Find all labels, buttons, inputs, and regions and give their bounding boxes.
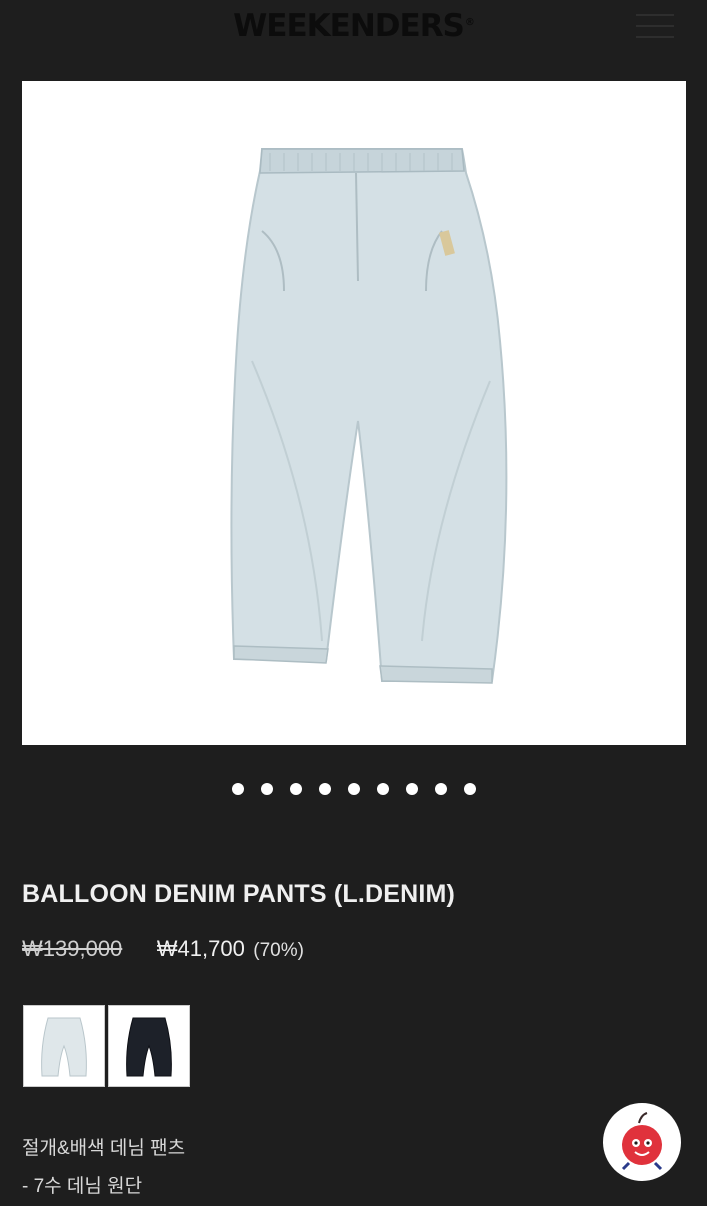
product-main-image[interactable] [22,81,686,745]
menu-line [636,14,674,16]
description-line: - 7수 데님 원단 [22,1176,143,1197]
site-header: WEEKENDERS® [0,0,707,60]
black-pants-thumbnail [126,1017,172,1077]
gallery-dot[interactable] [289,783,302,795]
logo-registered-mark: ® [464,16,475,28]
gallery-dot[interactable] [376,783,389,795]
price-row: ₩139,000 ₩41,700 (70%) [22,936,304,962]
gallery-dot[interactable] [463,783,476,795]
gallery-dot[interactable] [260,783,273,795]
gallery-dot[interactable] [318,783,331,795]
menu-line [636,36,674,38]
light-denim-pants-image [230,148,508,684]
color-option-light-denim[interactable] [23,1005,105,1087]
apple-mascot-chat-icon[interactable] [603,1103,681,1181]
description-line: 절개&배색 데님 팬츠 [22,1138,186,1159]
hamburger-menu-icon[interactable] [636,14,674,42]
logo-text: WEEKENDERS [233,8,465,44]
discount-rate: (70%) [253,940,304,961]
gallery-dot[interactable] [347,783,360,795]
sale-price: ₩41,700 [156,936,245,961]
original-price: ₩139,000 [22,936,123,961]
gallery-dot[interactable] [405,783,418,795]
color-option-black[interactable] [108,1005,190,1087]
brand-logo[interactable]: WEEKENDERS® [0,8,707,44]
color-options [23,1005,190,1087]
gallery-dot[interactable] [434,783,447,795]
gallery-dot[interactable] [231,783,244,795]
menu-line [636,25,674,27]
light-denim-thumbnail [41,1017,87,1077]
product-description: 절개&배색 데님 팬츠 - 7수 데님 원단 [22,1130,185,1206]
gallery-pagination [0,783,707,795]
product-title: BALLOON DENIM PANTS (L.DENIM) [22,880,456,908]
